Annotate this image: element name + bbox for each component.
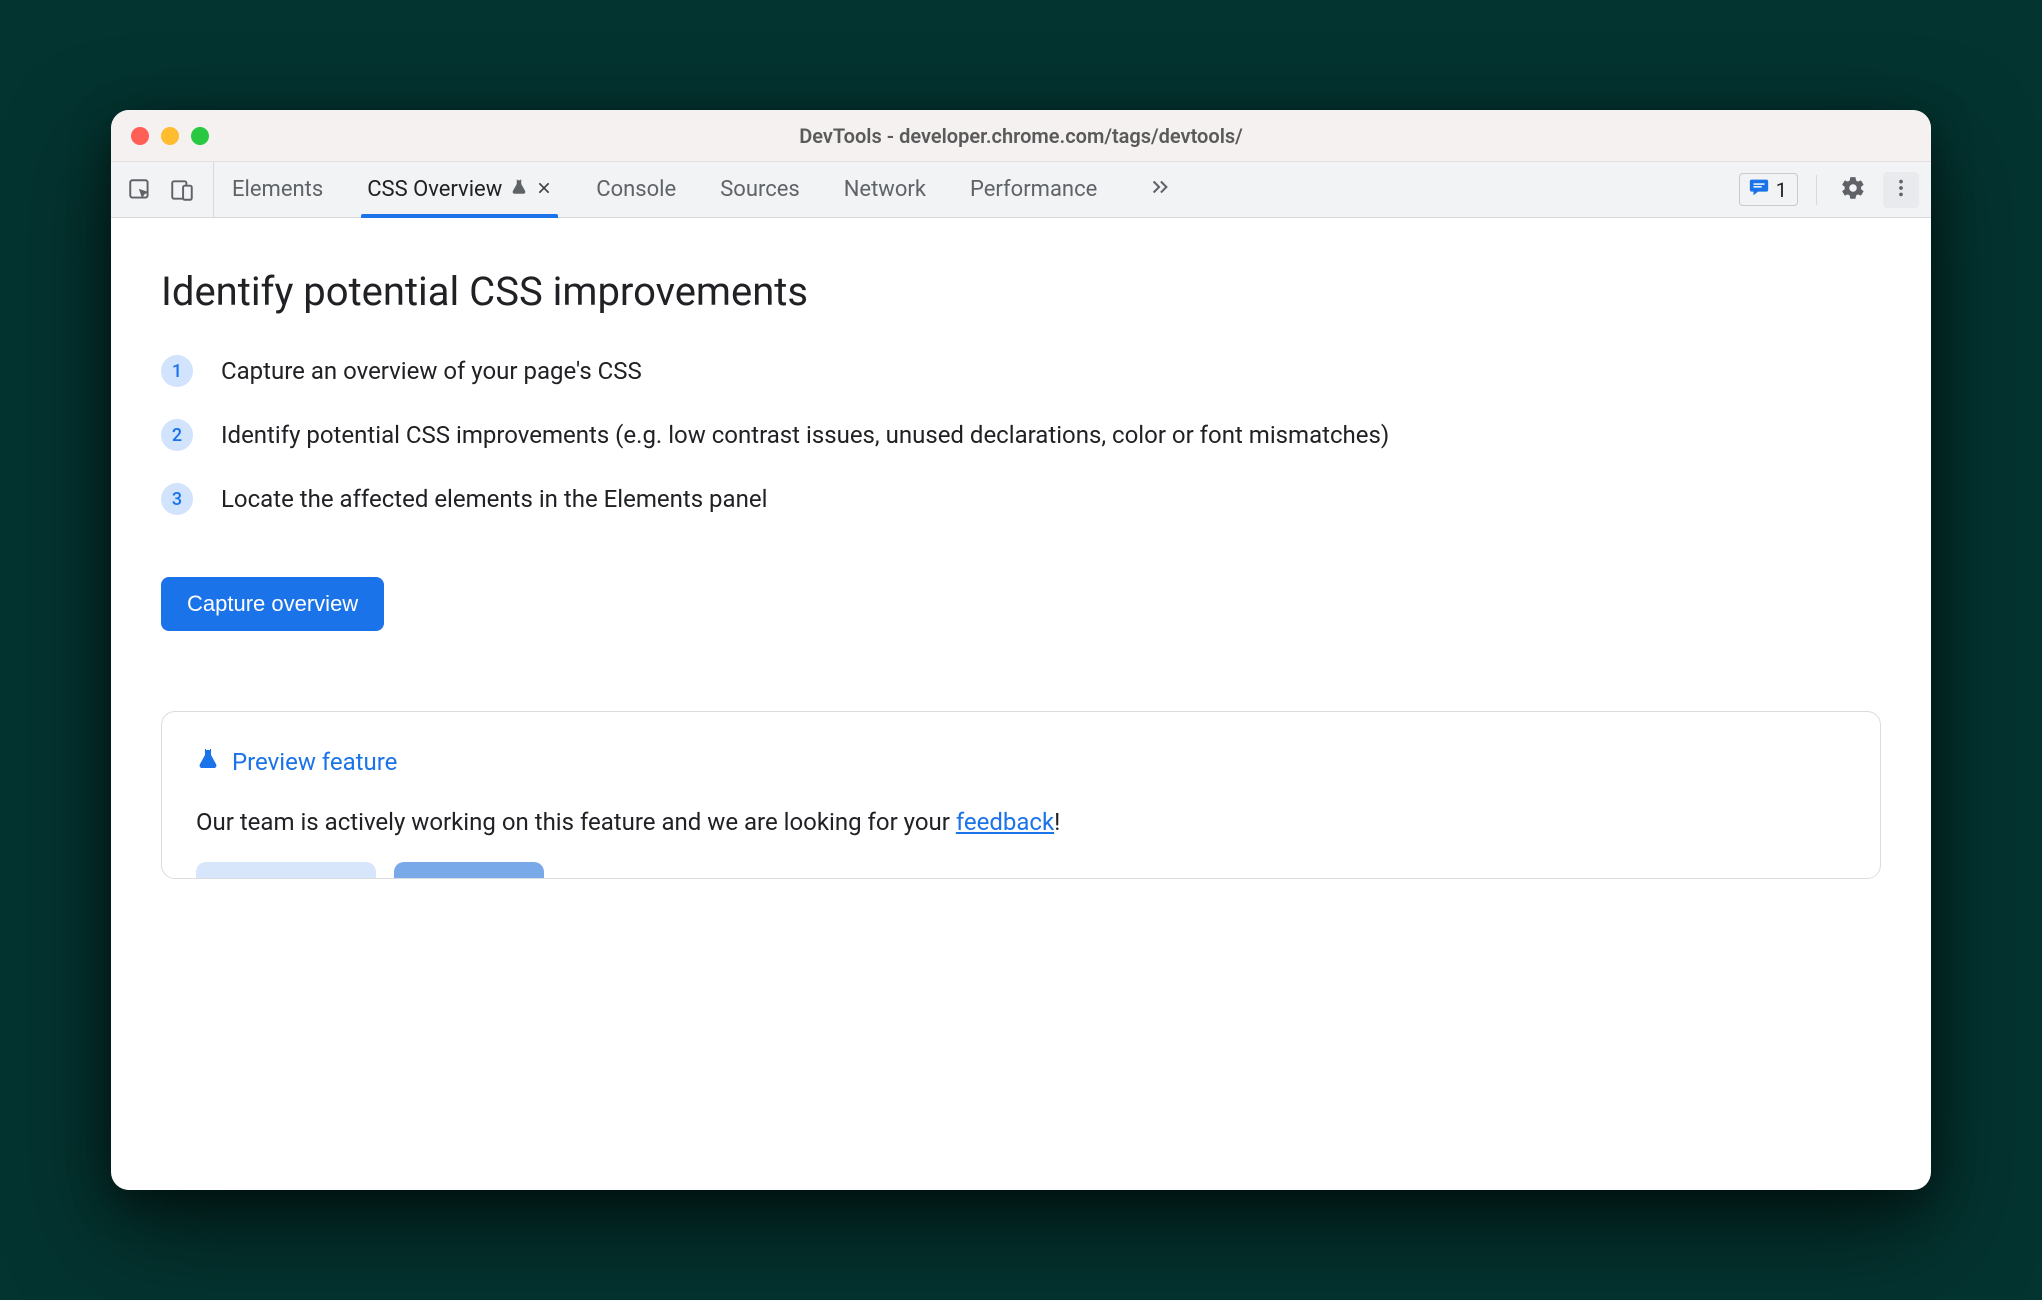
experimental-flask-icon [510, 177, 528, 203]
step-item: 3 Locate the affected elements in the El… [161, 481, 1881, 517]
step-number: 3 [161, 483, 193, 515]
tab-css-overview[interactable]: CSS Overview [363, 162, 556, 217]
toolbar-right-group: 1 [1739, 162, 1919, 217]
step-number: 1 [161, 355, 193, 387]
tab-label: Elements [232, 177, 323, 202]
window-title: DevTools - developer.chrome.com/tags/dev… [799, 124, 1243, 148]
step-text: Capture an overview of your page's CSS [221, 353, 642, 389]
maximize-window-button[interactable] [191, 127, 209, 145]
steps-list: 1 Capture an overview of your page's CSS… [161, 353, 1881, 517]
issues-button[interactable]: 1 [1739, 173, 1798, 206]
inspect-element-icon[interactable] [127, 177, 153, 203]
panel-tabs: Elements CSS Overview [228, 162, 1177, 217]
close-window-button[interactable] [131, 127, 149, 145]
tab-performance[interactable]: Performance [966, 162, 1101, 217]
preview-thumbnails [196, 862, 1846, 878]
experimental-flask-icon [196, 746, 220, 778]
tab-network[interactable]: Network [840, 162, 930, 217]
tab-label: Sources [720, 177, 800, 202]
page-title: Identify potential CSS improvements [161, 268, 1881, 315]
step-text: Identify potential CSS improvements (e.g… [221, 417, 1389, 453]
preview-feature-card: Preview feature Our team is actively wor… [161, 711, 1881, 879]
tab-label: Performance [970, 177, 1097, 202]
message-icon [1748, 176, 1770, 203]
minimize-window-button[interactable] [161, 127, 179, 145]
preview-header: Preview feature [196, 746, 1846, 778]
tab-label: Network [844, 177, 926, 202]
divider [1816, 175, 1817, 205]
step-number: 2 [161, 419, 193, 451]
preview-thumbnail[interactable] [394, 862, 544, 878]
devtools-window: DevTools - developer.chrome.com/tags/dev… [111, 110, 1931, 1190]
step-item: 1 Capture an overview of your page's CSS [161, 353, 1881, 389]
preview-body-suffix: ! [1054, 808, 1060, 836]
titlebar: DevTools - developer.chrome.com/tags/dev… [111, 110, 1931, 162]
feedback-link[interactable]: feedback [956, 808, 1054, 836]
more-options-button[interactable] [1883, 172, 1919, 208]
tab-elements[interactable]: Elements [228, 162, 327, 217]
toolbar-left-group [127, 162, 214, 217]
tab-label: Console [596, 177, 676, 202]
settings-button[interactable] [1835, 172, 1871, 208]
issues-count: 1 [1776, 178, 1787, 202]
more-tabs-button[interactable] [1137, 162, 1177, 217]
device-toolbar-icon[interactable] [169, 177, 195, 203]
tab-label: CSS Overview [367, 177, 502, 202]
traffic-lights [131, 127, 209, 145]
kebab-menu-icon [1890, 177, 1912, 203]
step-text: Locate the affected elements in the Elem… [221, 481, 767, 517]
preview-body-prefix: Our team is actively working on this fea… [196, 808, 956, 836]
tab-console[interactable]: Console [592, 162, 680, 217]
capture-overview-button[interactable]: Capture overview [161, 577, 384, 631]
step-item: 2 Identify potential CSS improvements (e… [161, 417, 1881, 453]
devtools-toolbar: Elements CSS Overview [111, 162, 1931, 218]
tab-sources[interactable]: Sources [716, 162, 804, 217]
gear-icon [1840, 175, 1866, 205]
preview-thumbnail[interactable] [196, 862, 376, 878]
close-tab-icon[interactable] [536, 177, 552, 202]
panel-content: Identify potential CSS improvements 1 Ca… [111, 218, 1931, 1190]
preview-title: Preview feature [232, 748, 397, 776]
chevron-double-right-icon [1147, 176, 1173, 204]
preview-body: Our team is actively working on this fea… [196, 808, 1846, 836]
